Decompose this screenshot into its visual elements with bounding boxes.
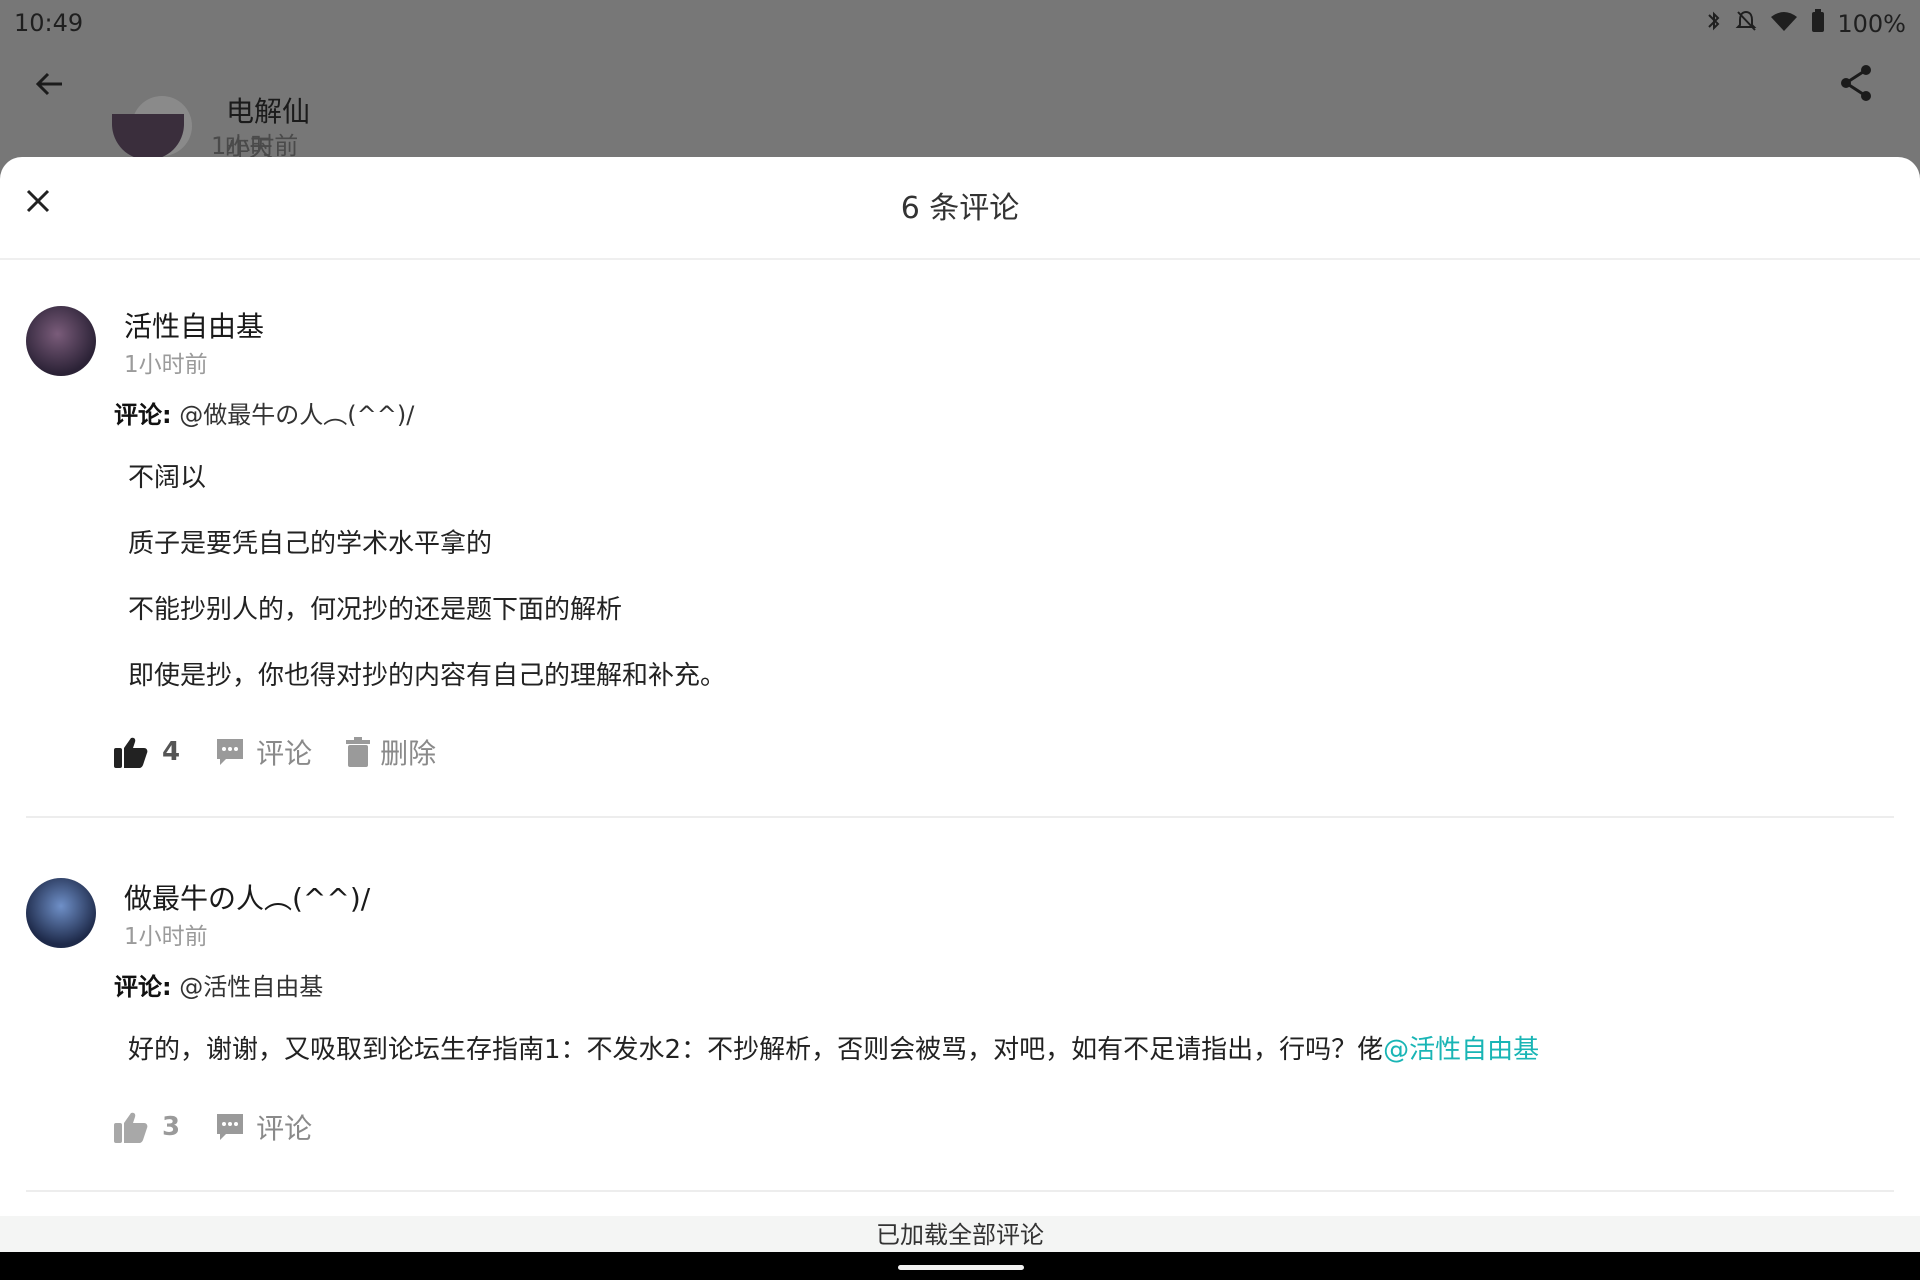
comment-text-line: 好的，谢谢，又吸取到论坛生存指南1：不发水2：不抄解析，否则会被骂，对吧，如有不… [128, 1029, 1539, 1066]
reply-label: 评论 [256, 737, 313, 770]
thumbs-up-icon [114, 1112, 148, 1143]
gesture-handle[interactable] [898, 1265, 1024, 1270]
comment-text-line: 不阔以 [128, 463, 207, 493]
sheet-title: 6 条评论 [900, 191, 1020, 226]
comment-time: 1小时前 [124, 924, 208, 950]
bluetooth-icon [1705, 9, 1723, 39]
trash-icon [346, 737, 371, 767]
comment-reply-to: 评论: @活性自由基 [114, 967, 323, 1002]
sheet-header: 6 条评论 [0, 157, 1920, 260]
comment-text: 好的，谢谢，又吸取到论坛生存指南1：不发水2：不抄解析，否则会被骂，对吧，如有不… [128, 1035, 1384, 1065]
reply-label: 评论: [114, 973, 172, 1001]
thumbs-up-icon [114, 737, 148, 768]
comment-icon [217, 1114, 244, 1140]
comments-sheet: 6 条评论 活性自由基 1小时前 评论: @做最牛の人︵(^^)/ 不阔以 质子… [0, 157, 1920, 1253]
comment-actions: 4 评论 删除 [114, 732, 470, 772]
reply-target: @活性自由基 [179, 973, 324, 1001]
avatar[interactable] [26, 878, 96, 948]
comment-text-line: 即使是抄，你也得对抄的内容有自己的理解和补充。 [128, 661, 727, 691]
reply-button[interactable]: 评论 [214, 732, 312, 772]
reply-label: 评论: [114, 401, 172, 429]
delete-label: 删除 [380, 737, 437, 770]
background-page: 10:49 100% 久缘 电解仙 昨天 1小时前 [0, 0, 1920, 162]
status-bar: 10:49 100% [0, 0, 1920, 44]
post-time: 1小时前 [211, 132, 299, 160]
comment-text-line: 不能抄别人的，何况抄的还是题下面的解析 [128, 595, 623, 625]
comment-author[interactable]: 做最牛の人︵(^^)/ [124, 877, 370, 917]
delete-button[interactable]: 删除 [346, 732, 436, 772]
comment-author[interactable]: 活性自由基 [124, 305, 264, 345]
battery-level: 100% [1837, 10, 1906, 38]
status-time: 10:49 [14, 9, 84, 37]
like-count: 3 [162, 1112, 181, 1142]
comment-time: 1小时前 [124, 352, 208, 378]
load-status: 已加载全部评论 [0, 1216, 1920, 1254]
battery-icon [1811, 9, 1825, 39]
like-button[interactable]: 4 [114, 736, 180, 768]
notifications-off-icon [1735, 9, 1757, 39]
reply-label: 评论 [256, 1112, 313, 1145]
comment-text-line: 质子是要凭自己的学术水平拿的 [128, 529, 493, 559]
like-count: 4 [162, 737, 181, 767]
share-button[interactable] [1836, 62, 1876, 104]
avatar[interactable] [26, 306, 96, 376]
reply-button[interactable]: 评论 [214, 1107, 312, 1147]
arrow-left-icon [35, 72, 62, 96]
comment-icon [217, 739, 244, 765]
comment-reply-to: 评论: @做最牛の人︵(^^)/ [114, 395, 414, 430]
comment-actions: 3 评论 [114, 1107, 346, 1147]
divider [26, 1190, 1894, 1192]
wifi-icon [1769, 10, 1799, 38]
status-icons: 100% [1705, 9, 1906, 39]
like-button[interactable]: 3 [114, 1111, 180, 1143]
mention-link[interactable]: @活性自由基 [1383, 1035, 1539, 1065]
divider [26, 816, 1894, 818]
page-title: 电解仙 [226, 95, 311, 128]
back-button[interactable] [30, 64, 70, 104]
reply-target: @做最牛の人︵(^^)/ [179, 401, 415, 429]
share-icon [1841, 65, 1871, 101]
